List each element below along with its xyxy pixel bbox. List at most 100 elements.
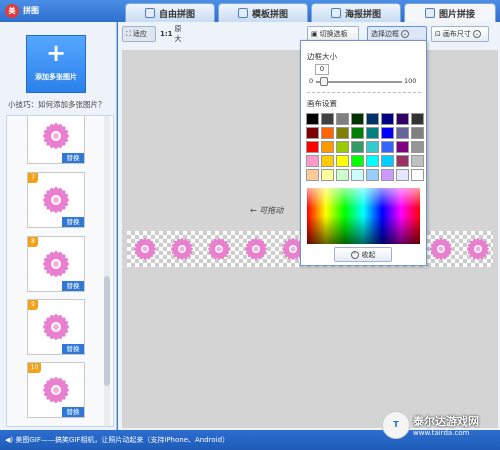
collapse-button[interactable]: ⌃ 收起 xyxy=(334,247,392,262)
chevron-down-icon: ⌄ xyxy=(401,30,409,38)
color-swatch[interactable] xyxy=(321,155,334,167)
speaker-icon: ◀) xyxy=(5,436,14,444)
fit-icon: ⛶ xyxy=(126,29,131,38)
tab-icon xyxy=(144,8,155,18)
slider-max: 100 xyxy=(404,77,417,85)
status-text[interactable]: 美图GIF——搞笑GIF相机，让照片动起来（支持iPhone、Android） xyxy=(15,436,229,444)
list-item[interactable]: 7 替换 xyxy=(27,172,85,228)
color-swatch[interactable] xyxy=(336,127,349,139)
color-swatch[interactable] xyxy=(321,169,334,181)
slider-handle[interactable] xyxy=(320,77,328,86)
scrollbar-thumb[interactable] xyxy=(104,276,110,386)
resize-icon: ⊡ xyxy=(435,30,441,38)
color-swatch[interactable] xyxy=(381,169,394,181)
color-swatch[interactable] xyxy=(366,127,379,139)
left-panel: + 添加多张图片 小技巧：如何添加多张图片？ 替换 7 替换 8 替换 9 替换… xyxy=(0,22,117,430)
order-badge: 7 xyxy=(28,173,38,183)
replace-button[interactable]: 替换 xyxy=(62,153,84,163)
app-title: 拼图 xyxy=(23,6,39,15)
border-size-input[interactable]: 0 xyxy=(315,64,329,75)
color-swatch[interactable] xyxy=(366,169,379,181)
watermark-name: 泰尔达游戏网 xyxy=(413,415,479,428)
color-swatch[interactable] xyxy=(306,127,319,139)
watermark: T 泰尔达游戏网 www.tairda.com xyxy=(382,408,498,442)
watermark-url: www.tairda.com xyxy=(413,429,470,437)
color-swatch[interactable] xyxy=(381,127,394,139)
thumbnail-list: 替换 7 替换 8 替换 9 替换 10 替换 xyxy=(6,115,114,427)
chevron-up-icon: ⌃ xyxy=(350,250,359,259)
replace-button[interactable]: 替换 xyxy=(62,281,84,291)
add-multiple-images-button[interactable]: + 添加多张图片 xyxy=(26,35,86,93)
color-swatch[interactable] xyxy=(366,141,379,153)
order-badge: 10 xyxy=(28,363,41,373)
list-item[interactable]: 8 替换 xyxy=(27,236,85,292)
color-swatch[interactable] xyxy=(411,169,424,181)
color-swatch[interactable] xyxy=(396,141,409,153)
color-swatch[interactable] xyxy=(336,141,349,153)
color-swatch[interactable] xyxy=(381,155,394,167)
tip-link[interactable]: 小技巧：如何添加多张图片？ xyxy=(8,99,106,110)
color-swatch[interactable] xyxy=(351,127,364,139)
color-swatch-grid xyxy=(306,113,424,181)
color-swatch[interactable] xyxy=(351,169,364,181)
color-swatch[interactable] xyxy=(366,113,379,125)
border-size-label: 边框大小 xyxy=(307,52,337,61)
color-swatch[interactable] xyxy=(336,155,349,167)
scrollbar[interactable] xyxy=(104,116,110,426)
color-swatch[interactable] xyxy=(306,141,319,153)
color-swatch[interactable] xyxy=(411,127,424,139)
color-swatch[interactable] xyxy=(396,169,409,181)
meitu-logo-icon: 美 xyxy=(5,4,19,18)
color-swatch[interactable] xyxy=(351,113,364,125)
tab-image-stitch[interactable]: 图片拼接 xyxy=(404,3,496,22)
border-popup: 边框大小 0 0 100 画布设置 ⌃ 收起 xyxy=(300,40,427,266)
color-label: 画布设置 xyxy=(307,99,337,108)
color-swatch[interactable] xyxy=(306,113,319,125)
color-swatch[interactable] xyxy=(306,169,319,181)
fit-button[interactable]: ⛶ 适应 xyxy=(122,26,156,42)
color-swatch[interactable] xyxy=(381,141,394,153)
tab-free-collage[interactable]: 自由拼图 xyxy=(125,3,215,22)
border-size-slider[interactable] xyxy=(316,81,402,83)
tab-icon xyxy=(330,8,341,18)
color-swatch[interactable] xyxy=(351,155,364,167)
spectrum-highlight xyxy=(307,188,420,208)
divider xyxy=(307,92,421,93)
list-item[interactable]: 替换 xyxy=(27,116,85,164)
color-swatch[interactable] xyxy=(411,113,424,125)
order-badge: 9 xyxy=(28,300,38,310)
list-item[interactable]: 9 替换 xyxy=(27,299,85,355)
color-swatch[interactable] xyxy=(396,155,409,167)
tab-icon xyxy=(237,8,248,18)
canvas-size-button[interactable]: ⊡ 画布尺寸 ⌄ xyxy=(431,26,489,42)
color-swatch[interactable] xyxy=(336,169,349,181)
slider-min: 0 xyxy=(309,77,314,85)
color-swatch[interactable] xyxy=(381,113,394,125)
actual-size-button[interactable]: 1:1 原大 xyxy=(156,25,188,43)
color-swatch[interactable] xyxy=(396,113,409,125)
color-swatch[interactable] xyxy=(366,155,379,167)
replace-button[interactable]: 替换 xyxy=(62,217,84,227)
color-swatch[interactable] xyxy=(321,127,334,139)
title-bar: 美 拼图 自由拼图 模板拼图 海报拼图 图片拼接 xyxy=(0,0,500,22)
panel-icon: ▣ xyxy=(311,30,318,38)
color-swatch[interactable] xyxy=(336,113,349,125)
chevron-down-icon: ⌄ xyxy=(472,30,481,38)
replace-button[interactable]: 替换 xyxy=(62,407,84,417)
color-swatch[interactable] xyxy=(351,141,364,153)
plus-icon: + xyxy=(45,39,67,67)
color-swatch[interactable] xyxy=(396,127,409,139)
replace-button[interactable]: 替换 xyxy=(62,344,84,354)
color-swatch[interactable] xyxy=(411,141,424,153)
list-item[interactable]: 10 替换 xyxy=(27,362,85,418)
order-badge: 8 xyxy=(28,237,38,247)
color-swatch[interactable] xyxy=(321,141,334,153)
tab-poster-collage[interactable]: 海报拼图 xyxy=(311,3,401,22)
drag-hint: ← 可拖动 xyxy=(250,206,284,215)
color-swatch[interactable] xyxy=(306,155,319,167)
tab-template-collage[interactable]: 模板拼图 xyxy=(218,3,308,22)
color-swatch[interactable] xyxy=(411,155,424,167)
watermark-logo-icon: T xyxy=(382,411,410,439)
color-swatch[interactable] xyxy=(321,113,334,125)
tab-icon xyxy=(424,8,435,18)
